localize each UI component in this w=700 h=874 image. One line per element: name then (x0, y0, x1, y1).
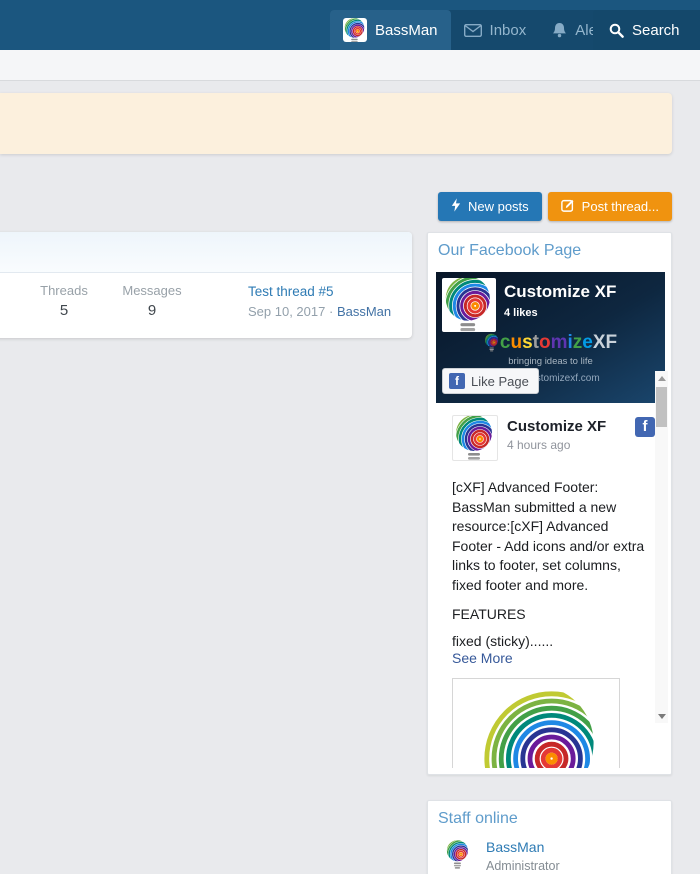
top-navbar: BassMan Inbox Alerts Search (0, 0, 700, 50)
facebook-feed-scroll-area: Customize XF 4 hours ago f [cXF] Advance… (436, 403, 665, 768)
inbox-label: Inbox (490, 22, 527, 39)
facebook-embed: Customize XF 4 likes customize XF bringi… (436, 272, 665, 768)
user-avatar (343, 18, 367, 42)
see-more-link[interactable]: See More (452, 650, 641, 666)
facebook-post: Customize XF 4 hours ago f [cXF] Advance… (436, 403, 665, 768)
forum-stats-card: Threads 5 Messages 9 Test thread #5 Sep … (0, 232, 412, 338)
notice-banner (0, 93, 672, 154)
last-thread-meta: Sep 10, 2017 · BassMan (248, 304, 391, 319)
envelope-icon (464, 24, 482, 37)
post-features-text: fixed (sticky)...... (452, 633, 641, 649)
threads-stat: Threads 5 (20, 283, 108, 319)
user-account-tab[interactable]: BassMan (330, 10, 451, 50)
facebook-icon: f (449, 373, 465, 389)
forum-node-row: Threads 5 Messages 9 Test thread #5 Sep … (0, 273, 412, 319)
subnav-strip (0, 50, 700, 81)
user-tab-label: BassMan (375, 22, 438, 39)
messages-stat: Messages 9 (108, 283, 196, 319)
facebook-icon: f (635, 417, 655, 437)
last-thread-author-link[interactable]: BassMan (337, 304, 391, 319)
threads-value: 5 (20, 302, 108, 319)
staff-member-role: Administrator (486, 859, 560, 873)
like-page-label: Like Page (471, 374, 529, 389)
new-posts-label: New posts (468, 199, 529, 214)
facebook-page-name: Customize XF (504, 282, 616, 302)
action-buttons: New posts Post thread... (438, 192, 672, 221)
post-image[interactable] (452, 678, 620, 768)
staff-online-widget: Staff online BassMan Administrator (427, 800, 672, 874)
lightbulb-logo-icon (343, 18, 367, 42)
staff-member-avatar[interactable] (444, 839, 472, 873)
last-thread-preview: Test thread #5 Sep 10, 2017 · BassMan (248, 284, 391, 319)
embed-scrollbar[interactable] (655, 371, 668, 723)
staff-member-name-link[interactable]: BassMan (486, 839, 560, 855)
post-features-heading: FEATURES (452, 606, 641, 622)
bolt-icon (451, 198, 461, 215)
new-posts-button[interactable]: New posts (438, 192, 542, 221)
pencil-square-icon (561, 198, 575, 215)
bell-icon (552, 22, 567, 38)
post-thread-label: Post thread... (582, 199, 659, 214)
staff-member-row: BassMan Administrator (428, 836, 671, 873)
messages-label: Messages (108, 283, 196, 298)
brand-logo-row: customize XF (436, 332, 665, 354)
search-label: Search (632, 22, 680, 39)
scrollbar-thumb[interactable] (656, 387, 667, 427)
staff-online-title: Staff online (428, 801, 671, 836)
scroll-down-arrow[interactable] (655, 709, 668, 723)
messages-value: 9 (108, 302, 196, 319)
search-tab[interactable]: Search (593, 10, 700, 50)
post-author-link[interactable]: Customize XF (507, 418, 606, 435)
facebook-likes-count: 4 likes (504, 307, 538, 319)
threads-label: Threads (20, 283, 108, 298)
brand-logo-word: customize (500, 332, 593, 354)
post-thread-button[interactable]: Post thread... (548, 192, 672, 221)
brand-logo-suffix: XF (593, 332, 617, 354)
lightbulb-logo-icon (453, 415, 497, 461)
facebook-cover: Customize XF 4 likes customize XF bringi… (436, 272, 665, 403)
navbar-tab-group: BassMan Inbox Alerts (330, 10, 627, 50)
post-author-avatar (452, 415, 498, 461)
last-thread-link[interactable]: Test thread #5 (248, 284, 391, 299)
scroll-up-arrow[interactable] (655, 371, 668, 385)
lightbulb-logo-icon (444, 839, 472, 873)
facebook-widget: Our Facebook Page Customize XF 4 likes c… (427, 232, 672, 775)
lightbulb-logo-icon (442, 278, 496, 332)
forum-node-header (0, 232, 412, 273)
search-icon (609, 23, 624, 38)
inbox-tab[interactable]: Inbox (451, 10, 540, 50)
fingerprint-logo-image (476, 679, 596, 768)
meta-separator: · (329, 304, 333, 319)
facebook-page-avatar (442, 278, 496, 332)
post-timestamp: 4 hours ago (507, 438, 606, 452)
last-thread-date: Sep 10, 2017 (248, 304, 325, 319)
page: BassMan Inbox Alerts Search New posts (0, 0, 700, 874)
brand-tagline: bringing ideas to life (436, 356, 665, 367)
lightbulb-logo-icon (484, 333, 500, 354)
post-body-text: [cXF] Advanced Footer: BassMan submitted… (452, 478, 650, 595)
facebook-widget-title: Our Facebook Page (428, 233, 671, 268)
like-page-button[interactable]: f Like Page (442, 368, 539, 394)
facebook-post-header: Customize XF 4 hours ago f (452, 415, 641, 461)
